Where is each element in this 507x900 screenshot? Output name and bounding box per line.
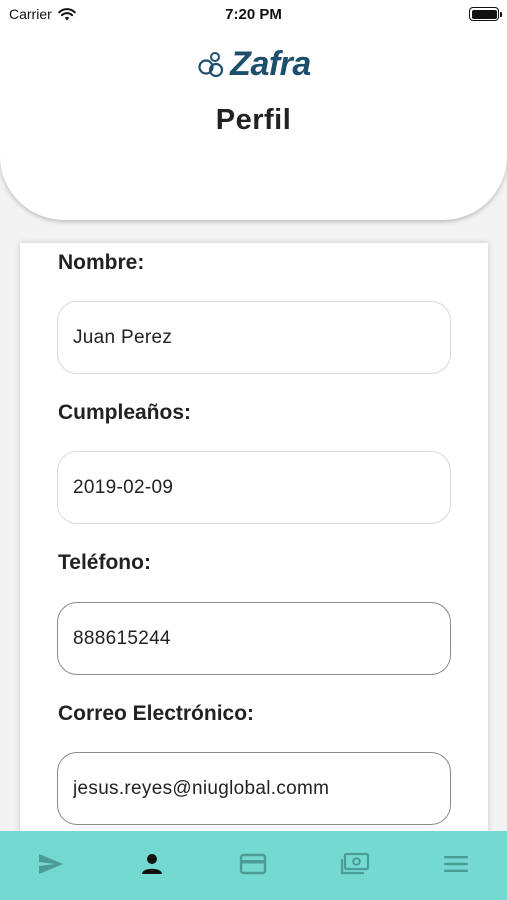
- name-input[interactable]: [57, 301, 451, 374]
- carrier-label: Carrier: [9, 6, 52, 22]
- status-bar: Carrier 7:20 PM: [0, 0, 507, 28]
- bottom-tab-bar: [0, 831, 507, 900]
- header-card: Zafra Perfil: [0, 0, 507, 220]
- tab-payments[interactable]: [325, 839, 385, 889]
- profile-form: Nombre: Cumpleaños: Teléfono: Correo Ele…: [20, 243, 488, 843]
- tab-menu[interactable]: [426, 839, 486, 889]
- tab-send[interactable]: [21, 839, 81, 889]
- birthday-input[interactable]: [57, 451, 451, 524]
- logo-text: Zafra: [230, 45, 311, 83]
- birthday-label: Cumpleaños:: [58, 401, 192, 424]
- tab-cards[interactable]: [223, 839, 283, 889]
- send-icon: [38, 853, 63, 874]
- app-logo: Zafra: [0, 45, 507, 84]
- name-label: Nombre:: [58, 251, 145, 274]
- person-icon: [142, 853, 163, 874]
- page-title: Perfil: [215, 104, 292, 136]
- credit-card-icon: [240, 853, 267, 874]
- wifi-icon: [57, 7, 76, 20]
- battery-level: [471, 9, 497, 19]
- bubbles-logo-icon: [198, 51, 224, 77]
- menu-icon: [444, 855, 469, 872]
- email-input[interactable]: [57, 752, 451, 825]
- phone-label: Teléfono:: [58, 551, 151, 574]
- tab-profile[interactable]: [122, 839, 182, 889]
- email-label: Correo Electrónico:: [58, 702, 255, 725]
- battery-icon: [469, 7, 502, 21]
- profile-screen: Zafra Perfil Carrier 7:20 PM Nombre: Cum…: [0, 0, 507, 900]
- money-icon: [340, 852, 369, 874]
- status-time: 7:20 PM: [225, 5, 282, 23]
- phone-input[interactable]: [57, 602, 451, 675]
